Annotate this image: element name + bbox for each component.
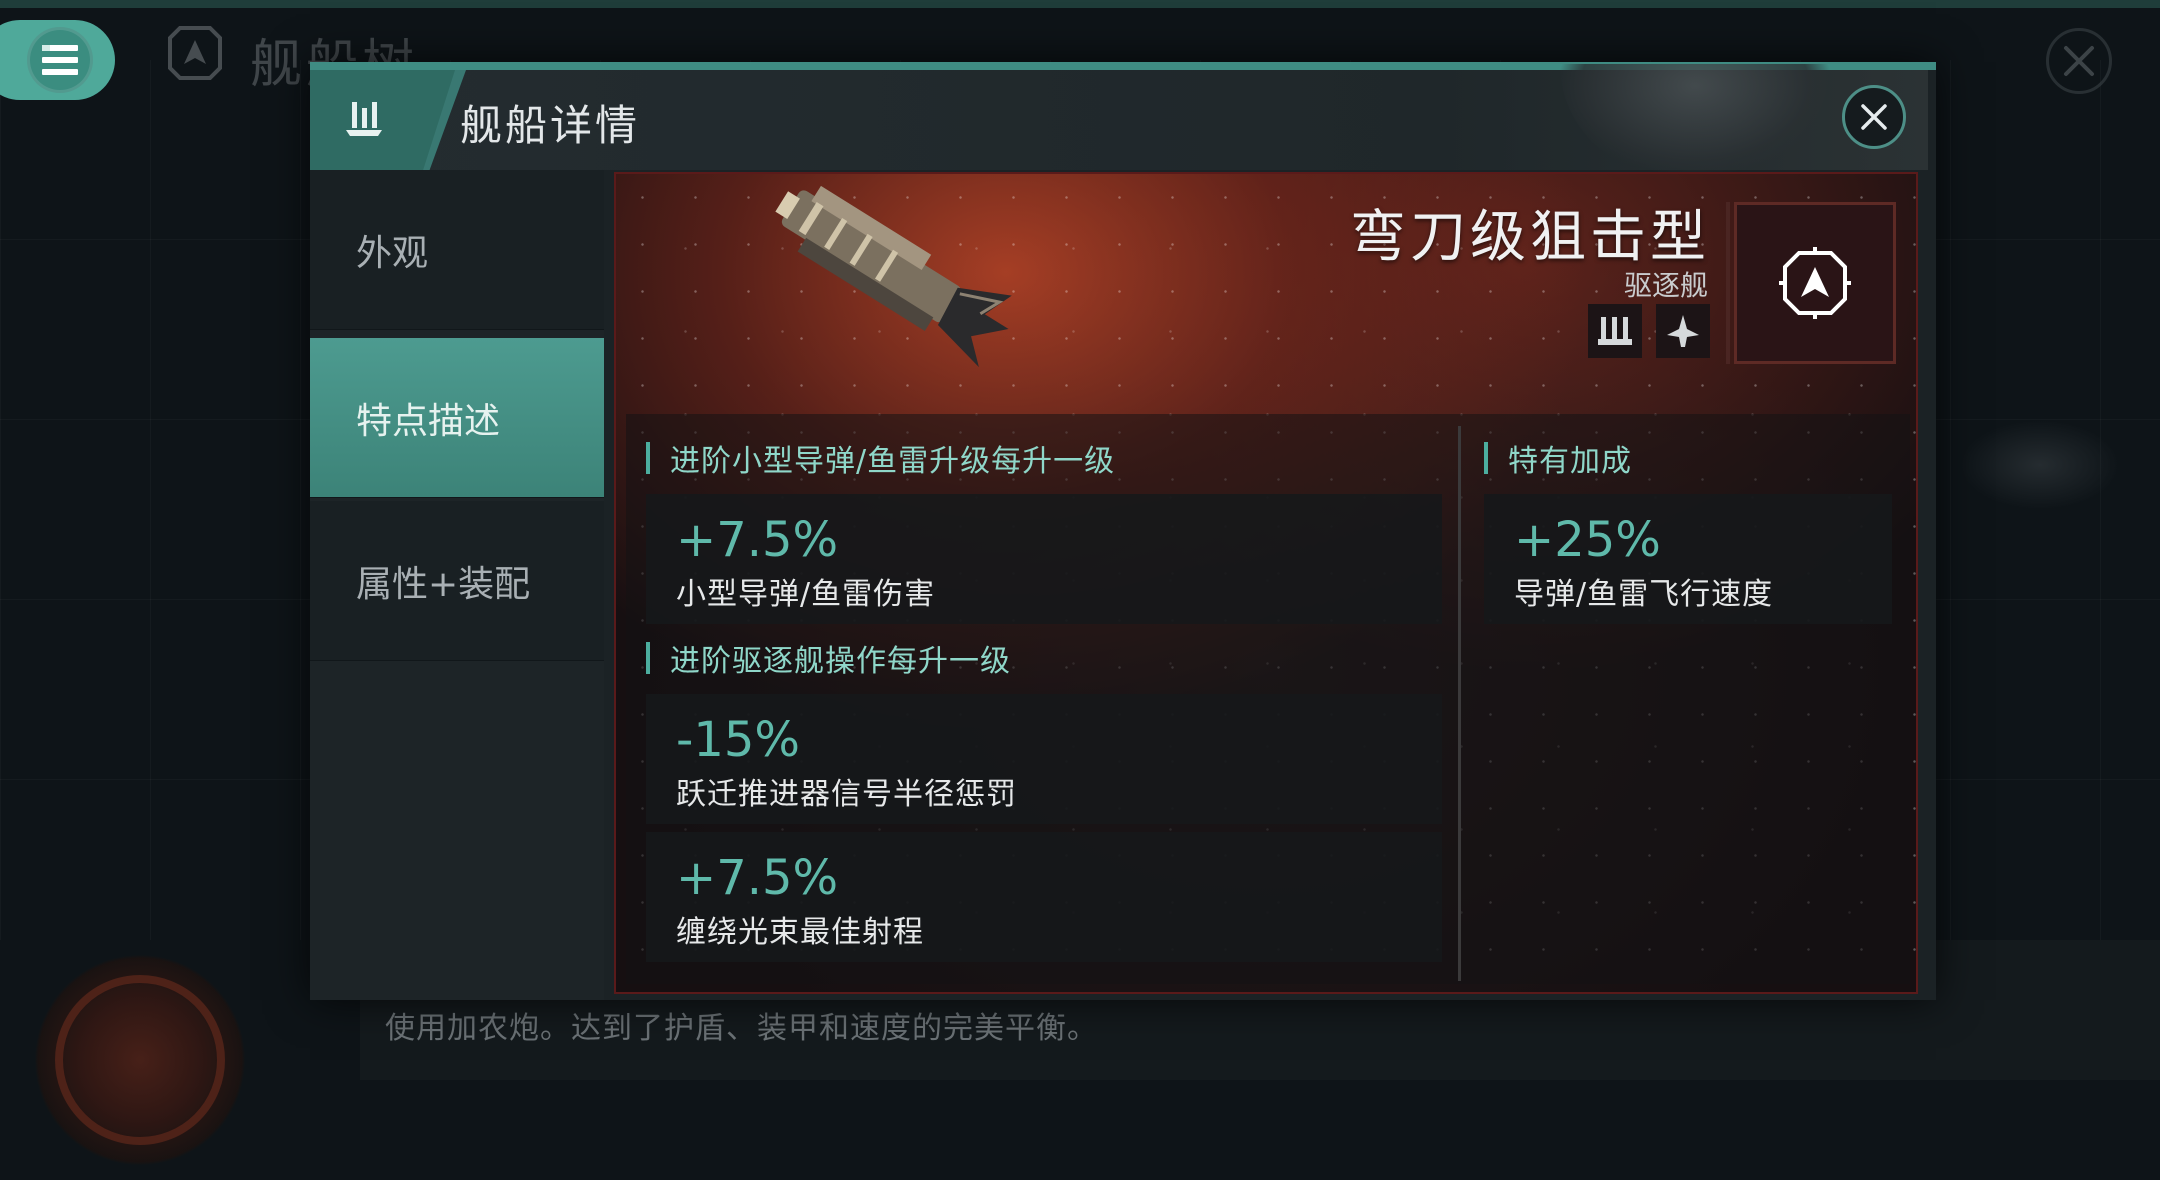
ship-tree-icon <box>160 18 230 88</box>
section-title-text: 进阶小型导弹/鱼雷升级每升一级 <box>670 444 1116 479</box>
ship-name: 弯刀级狙击型 <box>1350 205 1710 270</box>
missile-launcher-icon <box>1598 317 1632 345</box>
section-marker <box>646 642 650 674</box>
bonus-card: -15% 跃迁推进器信号半径惩罚 <box>646 694 1442 824</box>
frigate-icon <box>1667 315 1699 347</box>
tab-label: 特点描述 <box>356 400 501 442</box>
bonus-value: +25% <box>1514 512 1661 568</box>
faction-emblem-icon <box>1779 247 1851 319</box>
section-marker <box>646 442 650 474</box>
page-close-button[interactable] <box>2046 28 2112 94</box>
tab-label: 外观 <box>356 232 429 274</box>
section-marker <box>1484 442 1488 474</box>
bonus-description: 小型导弹/鱼雷伤害 <box>676 577 936 612</box>
bonus-card: +25% 导弹/鱼雷飞行速度 <box>1484 494 1892 624</box>
top-accent-line <box>0 0 2160 8</box>
background-ship-thumbnail <box>1960 420 2120 510</box>
role-icon-frigate <box>1656 304 1710 358</box>
tab-features[interactable]: 特点描述 <box>310 338 604 498</box>
section-title-text: 特有加成 <box>1508 444 1632 479</box>
features-panel: 弯刀级狙击型 驱逐舰 进阶小型导弹/鱼雷升级每升一级 +7.5% 小型导弹/鱼雷… <box>614 172 1918 994</box>
close-icon <box>2064 46 2094 76</box>
ship-class: 驱逐舰 <box>1623 269 1708 302</box>
ship-description: 使用加农炮。达到了护盾、装甲和速度的完美平衡。 <box>385 1011 1098 1046</box>
ship-image <box>716 178 1016 408</box>
modal-header: 舰船详情 <box>310 64 1928 174</box>
bonus-description: 导弹/鱼雷飞行速度 <box>1514 577 1774 612</box>
section-title: 进阶驱逐舰操作每升一级 <box>646 636 1011 680</box>
tab-label: 属性+装配 <box>356 563 531 605</box>
detail-tabs: 外观 特点描述 属性+装配 <box>310 170 604 1000</box>
bonus-description: 跃迁推进器信号半径惩罚 <box>676 777 1017 812</box>
bonus-value: +7.5% <box>676 512 839 568</box>
header-decoration <box>1560 64 1830 174</box>
bonus-value: -15% <box>676 712 801 768</box>
tab-appearance[interactable]: 外观 <box>310 170 604 330</box>
emblem-ring <box>55 975 225 1145</box>
faction-divider <box>1726 202 1730 364</box>
section-title-text: 进阶驱逐舰操作每升一级 <box>670 644 1011 679</box>
section-title: 进阶小型导弹/鱼雷升级每升一级 <box>646 436 1115 480</box>
section-title: 特有加成 <box>1484 436 1632 480</box>
modal-title: 舰船详情 <box>460 101 641 150</box>
ship-details-icon <box>346 102 382 136</box>
bonus-description: 缠绕光束最佳射程 <box>676 915 924 950</box>
ship-details-modal: 舰船详情 外观 特点描述 属性+装配 弯刀级狙击型 驱逐舰 进阶小型导弹/鱼雷升… <box>310 62 1936 1000</box>
column-divider <box>1458 426 1461 981</box>
role-icon-missile <box>1588 304 1642 358</box>
close-icon <box>1861 104 1887 130</box>
tab-attributes-fitting[interactable]: 属性+装配 <box>310 501 604 661</box>
faction-badge <box>1734 202 1896 364</box>
menu-icon <box>27 27 93 93</box>
bonus-card: +7.5% 小型导弹/鱼雷伤害 <box>646 494 1442 624</box>
bonus-value: +7.5% <box>676 850 839 906</box>
menu-button[interactable] <box>0 20 115 100</box>
modal-close-button[interactable] <box>1842 85 1906 149</box>
bonus-card: +7.5% 缠绕光束最佳射程 <box>646 832 1442 962</box>
